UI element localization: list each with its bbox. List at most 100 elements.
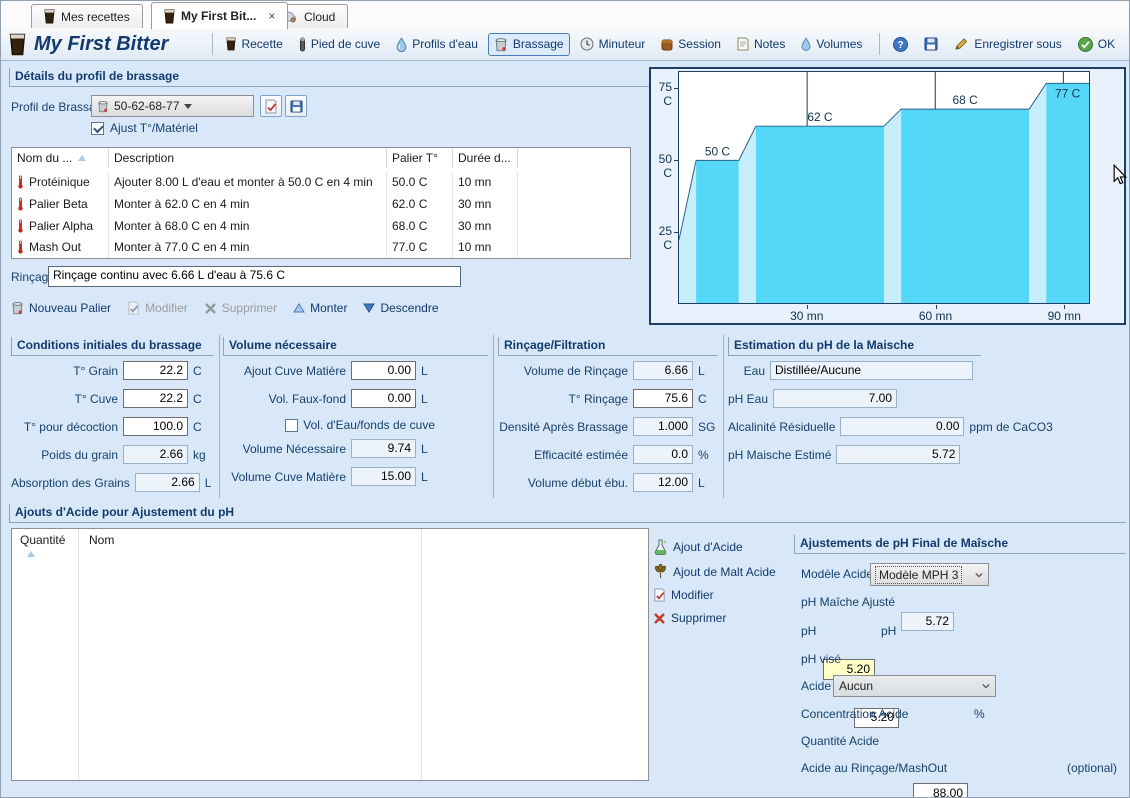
- adjust-temp-checkbox[interactable]: [91, 122, 104, 135]
- toolbar-minuteur[interactable]: Minuteur: [574, 33, 652, 55]
- sparge-description-input[interactable]: Rinçage continu avec 6.66 L d'eau à 75.6…: [48, 266, 461, 287]
- step-name: Palier Alpha: [29, 219, 93, 233]
- column-header-description[interactable]: Description: [109, 148, 387, 168]
- column-header-name[interactable]: Nom: [79, 529, 422, 780]
- tab-mes-recettes[interactable]: Mes recettes: [31, 4, 143, 28]
- group-separator: [219, 335, 220, 498]
- delete-step-button[interactable]: Supprimer: [204, 301, 277, 315]
- toolbar-save-as[interactable]: Enregistrer sous: [948, 33, 1067, 55]
- step-row-desc[interactable]: Monter à 62.0 C en 4 min: [109, 193, 387, 215]
- toolbar-separator: [879, 33, 880, 55]
- brewing-app-window: Mes recettes My First Bit... × Cloud My …: [0, 0, 1130, 798]
- column-header-name[interactable]: Nom du ...: [12, 148, 109, 168]
- new-step-button[interactable]: Nouveau Palier: [11, 301, 111, 315]
- tab-label: Mes recettes: [61, 10, 130, 24]
- step-row-name[interactable]: Palier Beta: [12, 193, 109, 215]
- toolbar-volumes[interactable]: Volumes: [795, 33, 868, 55]
- field-label: Absorption des Grains: [11, 476, 135, 490]
- toolbar-help-button[interactable]: ?: [887, 33, 914, 56]
- step-row-duration[interactable]: 30 mn: [453, 215, 518, 237]
- edit-acid-button[interactable]: Modifier: [653, 588, 776, 602]
- toolbar-label: Volumes: [816, 37, 862, 51]
- step-row-duration[interactable]: 10 mn: [453, 172, 518, 194]
- step-row-duration[interactable]: 10 mn: [453, 236, 518, 258]
- delete-acid-button[interactable]: Supprimer: [653, 611, 776, 625]
- step-row-desc[interactable]: Ajouter 8.00 L d'eau et monter à 50.0 C …: [109, 172, 387, 194]
- x-icon: [204, 302, 217, 315]
- column-header-duration[interactable]: Durée d...: [453, 148, 518, 168]
- tun-temp-input[interactable]: 22.2: [123, 389, 188, 408]
- toolbar-recette[interactable]: Recette: [220, 33, 288, 55]
- add-acid-malt-button[interactable]: Ajout de Malt Acide: [653, 564, 776, 579]
- button-label: Descendre: [380, 301, 438, 315]
- water-profile-value: Distillée/Aucune: [770, 361, 973, 380]
- field-unit: C: [188, 364, 211, 378]
- mash-profile-combo[interactable]: 50-62-68-77: [91, 95, 254, 117]
- sort-ascending-icon: [26, 550, 36, 558]
- toolbar-pied-de-cuve[interactable]: Pied de cuve: [293, 33, 386, 56]
- field-unit: C: [693, 392, 722, 406]
- decoction-temp-input[interactable]: 100.0: [123, 417, 188, 436]
- toolbar-profils-eau[interactable]: Profils d'eau: [390, 33, 484, 56]
- satchel-icon: [661, 37, 673, 51]
- step-row-empty: [518, 236, 630, 258]
- acid-model-combo[interactable]: Modèle MPH 3: [870, 563, 989, 586]
- acid-concentration-input[interactable]: 88.00: [913, 783, 968, 798]
- axis-tick-label: 25 C: [651, 224, 672, 252]
- grain-temp-input[interactable]: 22.2: [123, 361, 188, 380]
- button-label: Supprimer: [222, 301, 277, 315]
- column-header-temp[interactable]: Palier T°: [387, 148, 453, 168]
- field-row: Ajout Cuve Matière 0.00 L: [223, 361, 435, 380]
- field-unit: L: [416, 442, 435, 456]
- step-row-desc[interactable]: Monter à 77.0 C en 4 min: [109, 236, 387, 258]
- column-header-label: Nom: [89, 533, 114, 547]
- axis-tick-mark: [674, 232, 678, 233]
- section-volume-header: Volume nécessaire: [223, 337, 488, 356]
- field-label: Alcalinité Résiduelle: [728, 420, 840, 434]
- move-down-button[interactable]: Descendre: [363, 301, 438, 315]
- step-row-name[interactable]: Palier Alpha: [12, 215, 109, 237]
- step-row-desc[interactable]: Monter à 68.0 C en 4 min: [109, 215, 387, 237]
- toolbar-session[interactable]: Session: [655, 33, 727, 55]
- mash-kettle-icon: [11, 301, 24, 315]
- step-row-temp[interactable]: 50.0 C: [387, 172, 453, 194]
- mouse-cursor: [1113, 164, 1128, 189]
- page-title: My First Bitter: [34, 33, 168, 56]
- step-row-name[interactable]: Mash Out: [12, 236, 109, 258]
- sort-ascending-icon: [77, 154, 87, 162]
- field-label: Efficacité estimée: [498, 448, 633, 462]
- toolbar-brassage[interactable]: Brassage: [488, 33, 570, 56]
- toolbar-ok-button[interactable]: OK: [1072, 33, 1121, 56]
- toolbar-notes[interactable]: Notes: [731, 33, 791, 55]
- tab-close-icon[interactable]: ×: [268, 9, 275, 23]
- grain-weight-value: 2.66: [123, 445, 188, 464]
- toolbar-label: Notes: [754, 37, 785, 51]
- column-header-quantity[interactable]: Quantité: [12, 529, 79, 780]
- acid-combo[interactable]: Aucun: [833, 675, 996, 697]
- step-row-temp[interactable]: 68.0 C: [387, 215, 453, 237]
- step-row-name[interactable]: Protéinique: [12, 172, 109, 194]
- validate-profile-button[interactable]: [260, 95, 282, 117]
- step-row-temp[interactable]: 77.0 C: [387, 236, 453, 258]
- step-row-temp[interactable]: 62.0 C: [387, 193, 453, 215]
- field-unit: SG: [693, 420, 722, 434]
- edit-step-button[interactable]: Modifier: [127, 301, 188, 315]
- toolbar-save-button[interactable]: [918, 33, 944, 55]
- deadspace-checkbox[interactable]: [285, 419, 298, 432]
- toolbar-cancel-button[interactable]: Annul: [1125, 33, 1130, 56]
- save-profile-button[interactable]: [285, 95, 307, 117]
- add-acid-button[interactable]: Ajout d'Acide: [653, 539, 776, 555]
- document-check-icon: [264, 99, 278, 114]
- adjust-temp-checkbox-row: Ajust T°/Matériel: [91, 121, 198, 135]
- acid-label: Acide: [801, 679, 831, 693]
- step-row-duration[interactable]: 30 mn: [453, 193, 518, 215]
- false-bottom-input[interactable]: 0.00: [351, 389, 416, 408]
- move-up-button[interactable]: Monter: [293, 301, 347, 315]
- section-conditions-header: Conditions initiales du brassage: [11, 337, 214, 356]
- tun-addition-input[interactable]: 0.00: [351, 361, 416, 380]
- tab-my-first-bitter[interactable]: My First Bit... ×: [151, 2, 288, 29]
- step-name: Protéinique: [29, 175, 90, 189]
- axis-tick-mark: [1064, 305, 1065, 309]
- sparge-temp-input[interactable]: 75.6: [633, 389, 693, 408]
- toolbar-separator: [212, 33, 213, 55]
